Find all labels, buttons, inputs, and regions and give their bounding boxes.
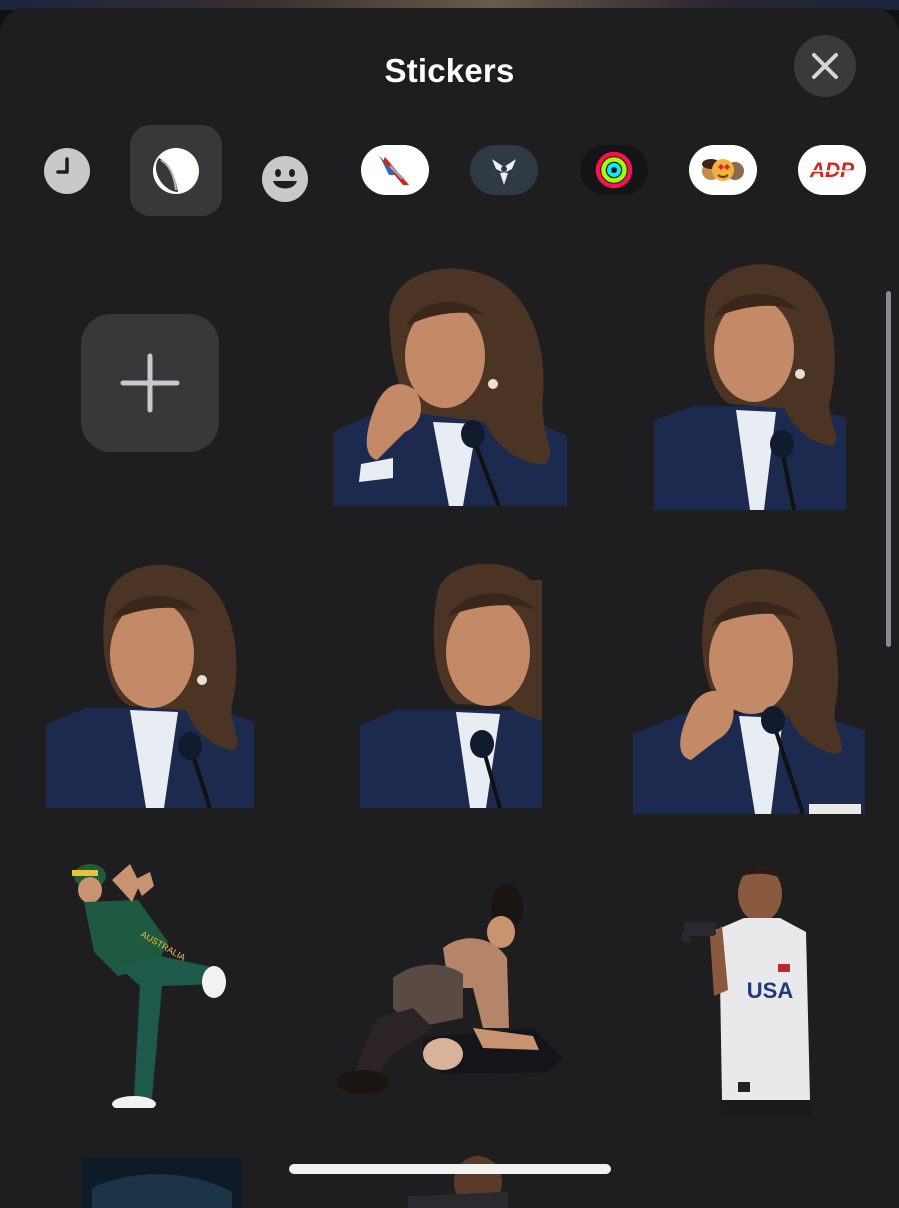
sticker-woman-debate-1[interactable] [333, 264, 567, 507]
add-sticker-button[interactable] [81, 314, 219, 452]
sticker-partial-left[interactable] [82, 1158, 242, 1208]
smiley-icon [262, 156, 308, 202]
sticker-image [46, 564, 254, 809]
sticker-usa-shirt-man[interactable]: USA [682, 860, 814, 1116]
xmark-icon [812, 53, 838, 79]
activity-rings-icon [595, 151, 633, 189]
sheet-title: Stickers [384, 52, 515, 89]
tab-emoji[interactable] [262, 156, 308, 202]
sticker-woman-debate-3[interactable] [46, 560, 254, 809]
sticker-woman-debate-2[interactable] [654, 260, 846, 511]
tab-my-stickers[interactable] [130, 125, 222, 216]
sticker-image [337, 884, 563, 1094]
sticker-image: USA [682, 866, 812, 1116]
sticker-wrestlers[interactable] [333, 878, 565, 1098]
adp-logo: ADP [809, 159, 855, 182]
sticker-image [360, 563, 542, 809]
tab-recents[interactable] [44, 148, 90, 194]
sticker-woman-debate-4[interactable] [360, 560, 542, 809]
tab-adp[interactable]: ADP [798, 145, 866, 195]
memoji-icon [702, 159, 744, 181]
sticker-breakdancer[interactable]: AUSTRALIA [68, 856, 230, 1112]
tab-destiny[interactable] [470, 145, 538, 195]
sticker-image [654, 264, 846, 511]
tab-memoji[interactable] [689, 145, 757, 195]
destiny-logo [492, 159, 516, 185]
clock-icon [44, 148, 90, 194]
tab-activity[interactable] [580, 145, 648, 195]
tab-american-airlines[interactable] [361, 145, 429, 195]
home-indicator[interactable] [289, 1164, 611, 1174]
sticker-woman-debate-5[interactable] [633, 564, 865, 815]
american-airlines-logo [379, 155, 409, 185]
sticker-image [82, 1158, 242, 1208]
scrollbar[interactable] [886, 291, 891, 647]
sticker-image [333, 268, 567, 507]
sticker-image: AUSTRALIA [72, 864, 226, 1112]
usa-shirt-text: USA [747, 978, 794, 1003]
plus-icon [120, 353, 180, 413]
stickers-sheet: Stickers ADP AUSTRALIA USA [0, 8, 899, 1208]
sticker-peel-icon [153, 148, 199, 194]
close-button[interactable] [794, 35, 856, 97]
sticker-image [633, 569, 865, 815]
